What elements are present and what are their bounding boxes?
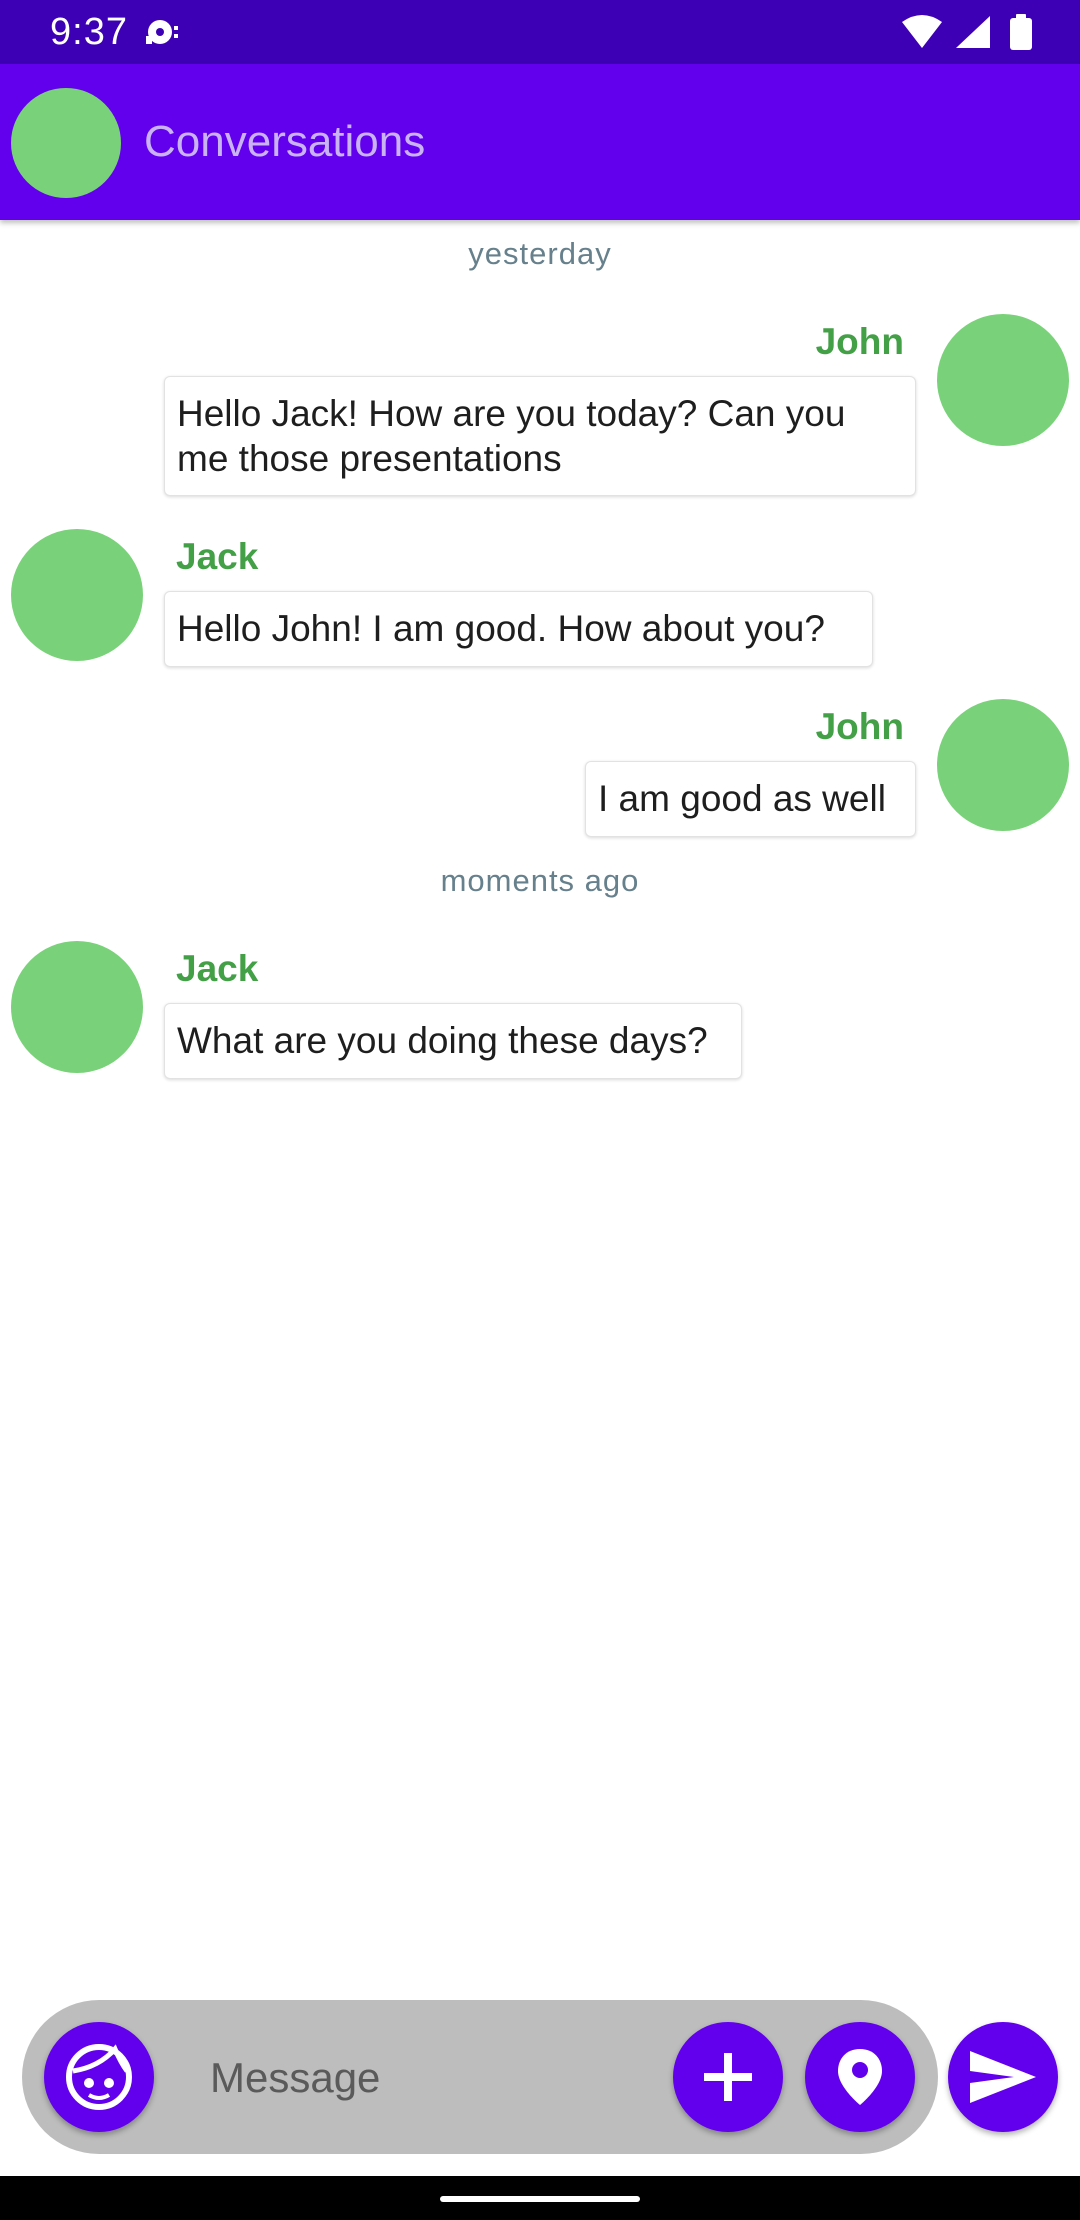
add-icon [704, 2053, 752, 2101]
add-button[interactable] [673, 2022, 783, 2132]
location-button[interactable] [805, 2022, 915, 2132]
media-notification-icon [146, 20, 178, 44]
message-bubble[interactable]: Hello John! I am good. How about you? [164, 591, 873, 667]
page-title: Conversations [144, 117, 426, 166]
sender-name: John [815, 321, 904, 362]
emoji-face-icon [66, 2044, 132, 2110]
battery-icon [1010, 14, 1032, 50]
avatar[interactable] [11, 529, 143, 661]
avatar[interactable] [937, 699, 1069, 831]
avatar[interactable] [937, 314, 1069, 446]
message-bubble[interactable]: I am good as well [585, 761, 916, 837]
conversation-screen: 9:37 Conversations yesterday John Hello … [0, 0, 1080, 2220]
send-button[interactable] [948, 2022, 1058, 2132]
wifi-icon [902, 15, 942, 48]
location-icon [838, 2049, 882, 2105]
system-nav-bar [0, 2176, 1080, 2220]
app-bar-avatar[interactable] [11, 88, 121, 198]
status-bar: 9:37 [0, 0, 1080, 64]
avatar[interactable] [11, 941, 143, 1073]
message-bubble[interactable]: Hello Jack! How are you today? Can you m… [164, 376, 916, 496]
status-time: 9:37 [50, 11, 128, 53]
home-gesture-handle[interactable] [440, 2196, 640, 2202]
status-icons [902, 14, 1032, 50]
message-input[interactable] [210, 2040, 650, 2116]
date-separator: moments ago [440, 863, 640, 898]
sender-name: Jack [176, 536, 259, 577]
message-bubble[interactable]: What are you doing these days? [164, 1003, 742, 1079]
app-bar: Conversations [0, 64, 1080, 220]
send-icon [970, 2051, 1036, 2103]
emoji-button[interactable] [44, 2022, 154, 2132]
date-separator: yesterday [468, 236, 612, 271]
sender-name: Jack [176, 948, 259, 989]
sender-name: John [815, 706, 904, 747]
cell-signal-icon [956, 16, 990, 48]
